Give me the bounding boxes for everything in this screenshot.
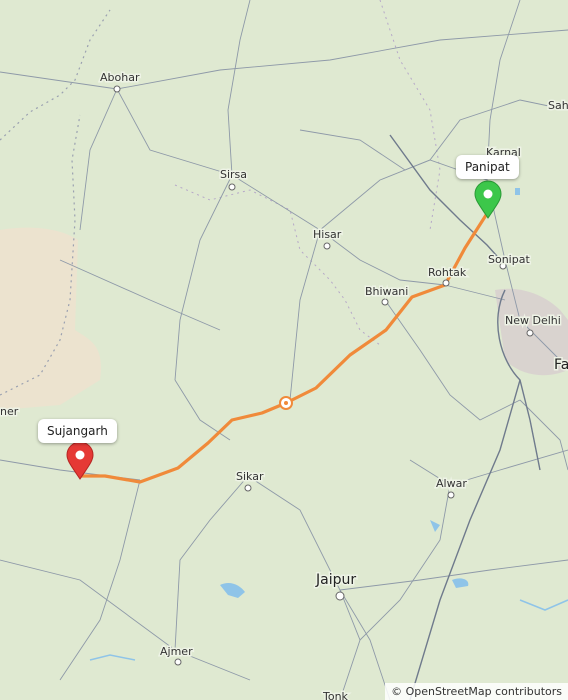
city-dot-hisar <box>323 242 331 250</box>
city-dot-ajmer <box>174 658 182 666</box>
city-label-bhiwani: Bhiwani <box>365 285 408 298</box>
start-marker-label: Panipat <box>456 155 519 179</box>
river <box>519 599 568 611</box>
map-attribution[interactable]: © OpenStreetMap contributors <box>385 683 568 700</box>
city-dot-sirsa <box>228 183 236 191</box>
city-dot-rohtak <box>442 279 450 287</box>
city-dot-abohar <box>113 85 121 93</box>
city-label-hisar: Hisar <box>313 228 342 241</box>
city-dot-bhiwani <box>381 298 389 306</box>
major-road-network <box>389 134 541 700</box>
district-border <box>174 184 381 346</box>
desert-area <box>0 227 101 410</box>
route-line <box>80 210 490 484</box>
lake <box>515 188 520 195</box>
city-label-rohtak: Rohtak <box>428 266 467 279</box>
city-dot-alwar <box>447 491 455 499</box>
river <box>89 654 136 661</box>
district-border <box>379 0 441 231</box>
city-label-left-edge-partial: ner <box>0 405 19 418</box>
city-label-sonipat: Sonipat <box>488 253 530 266</box>
lake <box>430 520 440 532</box>
city-dot-sikar <box>244 484 252 492</box>
city-label-saharanpur-partial: Saha <box>548 99 568 112</box>
lake <box>220 582 245 598</box>
lake <box>452 578 469 588</box>
city-label-jaipur: Jaipur <box>315 572 356 588</box>
map-base-layer: Abohar Sirsa Hisar Bhiwani Rohtak Karnal… <box>0 0 568 700</box>
city-dot-new-delhi <box>526 329 534 337</box>
city-label-tonk: Tonk <box>322 690 349 700</box>
city-dot-jaipur <box>335 591 345 601</box>
city-label-sikar: Sikar <box>236 470 264 483</box>
start-marker[interactable] <box>474 180 502 219</box>
state-border <box>0 9 111 141</box>
city-label-faridabad-partial: Fa <box>554 357 568 373</box>
toll-icon <box>279 396 293 410</box>
city-label-ajmer: Ajmer <box>160 645 193 658</box>
city-label-new-delhi: New Delhi <box>505 314 561 327</box>
map-view[interactable]: Abohar Sirsa Hisar Bhiwani Rohtak Karnal… <box>0 0 568 700</box>
city-label-abohar: Abohar <box>100 71 140 84</box>
city-label-sirsa: Sirsa <box>220 168 247 181</box>
city-label-alwar: Alwar <box>436 477 467 490</box>
end-marker-label: Sujangarh <box>38 419 117 443</box>
